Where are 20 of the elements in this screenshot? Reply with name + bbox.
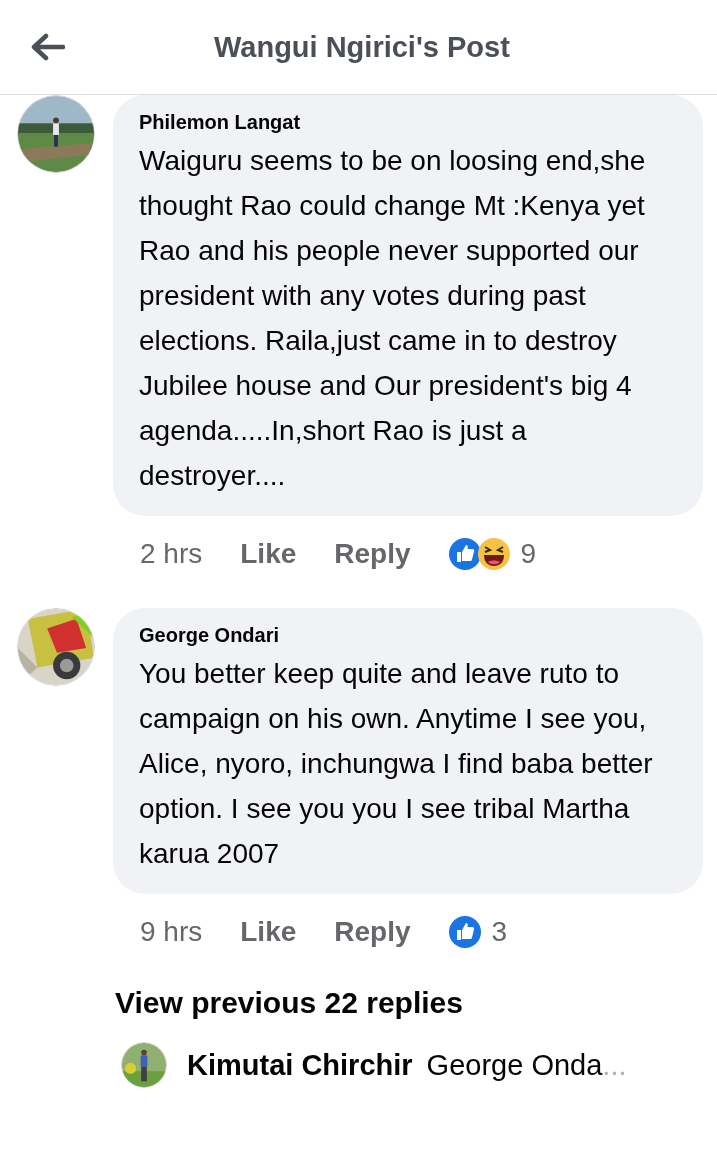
laughing-face-icon — [477, 538, 510, 570]
thumbs-up-icon — [448, 538, 481, 570]
reply-button[interactable]: Reply — [334, 916, 411, 948]
like-button[interactable]: Like — [240, 916, 297, 948]
like-button[interactable]: Like — [240, 538, 297, 570]
commenter-name[interactable]: George Ondari — [139, 624, 679, 647]
thumbs-up-icon — [448, 916, 481, 948]
reaction-count: 9 — [520, 538, 537, 570]
commenter-name[interactable]: Philemon Langat — [139, 111, 679, 134]
post-title: Wangui Ngirici's Post — [214, 30, 510, 64]
comment-text: You better keep quite and leave ruto to campaign on his own. Anytime I see you, Alice, nyoro, inchungwa I find baba better option. I see you you I see tribal Martha karua 2007 — [139, 657, 654, 871]
reply-snippet: George Onda... — [426, 1048, 627, 1082]
reply-author[interactable]: Kimutai Chirchir — [187, 1048, 413, 1082]
comment-text: Waiguru seems to be on loosing end,she thought Rao could change Mt :Kenya yet Rao and his people never supported our president with any votes during past elections. Raila,just came in to destroy Jubilee house and Our president's big 4 agenda.....In,short Rao is just a destroyer.... — [139, 144, 647, 493]
comment-time: 2 hrs — [140, 538, 203, 570]
back-arrow-icon[interactable] — [31, 33, 65, 61]
reply-button[interactable]: Reply — [334, 538, 411, 570]
comment-time: 9 hrs — [140, 916, 203, 948]
reaction-count: 3 — [491, 916, 508, 948]
view-previous-replies-link[interactable]: View previous 22 replies — [115, 986, 463, 1020]
